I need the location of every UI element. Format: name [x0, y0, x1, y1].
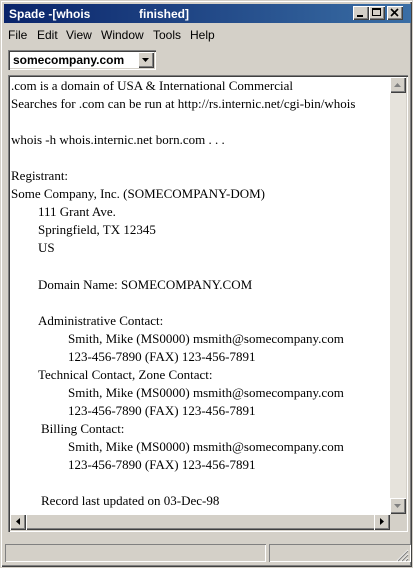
scroll-left-button[interactable] — [10, 514, 26, 530]
scroll-down-button[interactable] — [390, 498, 406, 514]
query-value: somecompany.com — [13, 53, 125, 67]
arrow-down-icon — [394, 504, 401, 508]
arrow-up-icon — [394, 83, 401, 87]
output-pane[interactable]: .com is a domain of USA & International … — [8, 75, 408, 532]
output-line: Registrant: — [11, 168, 69, 183]
resize-grip-icon[interactable] — [395, 548, 409, 562]
output-line: Technical Contact, Zone Contact: — [38, 367, 213, 382]
output-line: Smith, Mike (MS0000) msmith@somecompany.… — [68, 439, 344, 454]
close-button[interactable] — [387, 6, 403, 20]
output-line: 111 Grant Ave. — [38, 204, 116, 219]
menu-file[interactable]: File — [8, 28, 27, 42]
vertical-scrollbar[interactable] — [390, 77, 406, 514]
status-panel-secondary — [269, 544, 411, 562]
menu-edit[interactable]: Edit — [37, 28, 58, 42]
arrow-left-icon — [16, 518, 20, 525]
horizontal-scrollbar[interactable] — [10, 514, 390, 530]
status-panel-main — [5, 544, 266, 562]
arrow-right-icon — [380, 518, 384, 525]
app-window: Spade -[whois finished] File Edit View W… — [0, 0, 413, 568]
output-line: Smith, Mike (MS0000) msmith@somecompany.… — [68, 385, 344, 400]
window-title: Spade -[whois — [9, 7, 91, 21]
output-line: Administrative Contact: — [38, 313, 164, 328]
output-line: Springfield, TX 12345 — [38, 222, 156, 237]
scroll-up-button[interactable] — [390, 77, 406, 93]
maximize-icon — [372, 8, 381, 16]
horizontal-scroll-thumb[interactable] — [26, 514, 376, 530]
output-line: 123-456-7890 (FAX) 123-456-7891 — [68, 403, 256, 418]
minimize-icon — [357, 15, 363, 17]
menu-view[interactable]: View — [66, 28, 92, 42]
output-line: .com is a domain of USA & International … — [11, 78, 293, 93]
chevron-down-icon — [142, 58, 149, 62]
output-line: whois -h whois.internic.net born.com . .… — [11, 132, 225, 147]
combo-dropdown-button[interactable] — [138, 52, 154, 68]
scroll-right-button[interactable] — [374, 514, 390, 530]
output-text: .com is a domain of USA & International … — [11, 78, 391, 514]
status-bar — [4, 542, 411, 564]
output-line: Billing Contact: — [41, 421, 125, 436]
query-combobox[interactable]: somecompany.com — [8, 50, 156, 70]
output-line: Searches for .com can be run at http://r… — [11, 96, 356, 111]
output-line: 123-456-7890 (FAX) 123-456-7891 — [68, 457, 256, 472]
output-line: Some Company, Inc. (SOMECOMPANY-DOM) — [11, 186, 265, 201]
scroll-corner — [390, 514, 406, 530]
title-bar[interactable]: Spade -[whois finished] — [4, 4, 411, 23]
menu-tools[interactable]: Tools — [153, 28, 181, 42]
output-line: 123-456-7890 (FAX) 123-456-7891 — [68, 349, 256, 364]
output-line: Record last updated on 03-Dec-98 — [41, 493, 220, 508]
menu-bar: File Edit View Window Tools Help — [4, 25, 411, 45]
menu-window[interactable]: Window — [101, 28, 144, 42]
output-line: US — [38, 240, 55, 255]
close-icon — [390, 8, 399, 17]
menu-help[interactable]: Help — [190, 28, 215, 42]
minimize-button[interactable] — [353, 6, 369, 20]
maximize-button[interactable] — [369, 6, 385, 20]
output-line: Smith, Mike (MS0000) msmith@somecompany.… — [68, 331, 344, 346]
window-status: finished] — [139, 7, 189, 21]
output-line: Domain Name: SOMECOMPANY.COM — [38, 277, 253, 292]
